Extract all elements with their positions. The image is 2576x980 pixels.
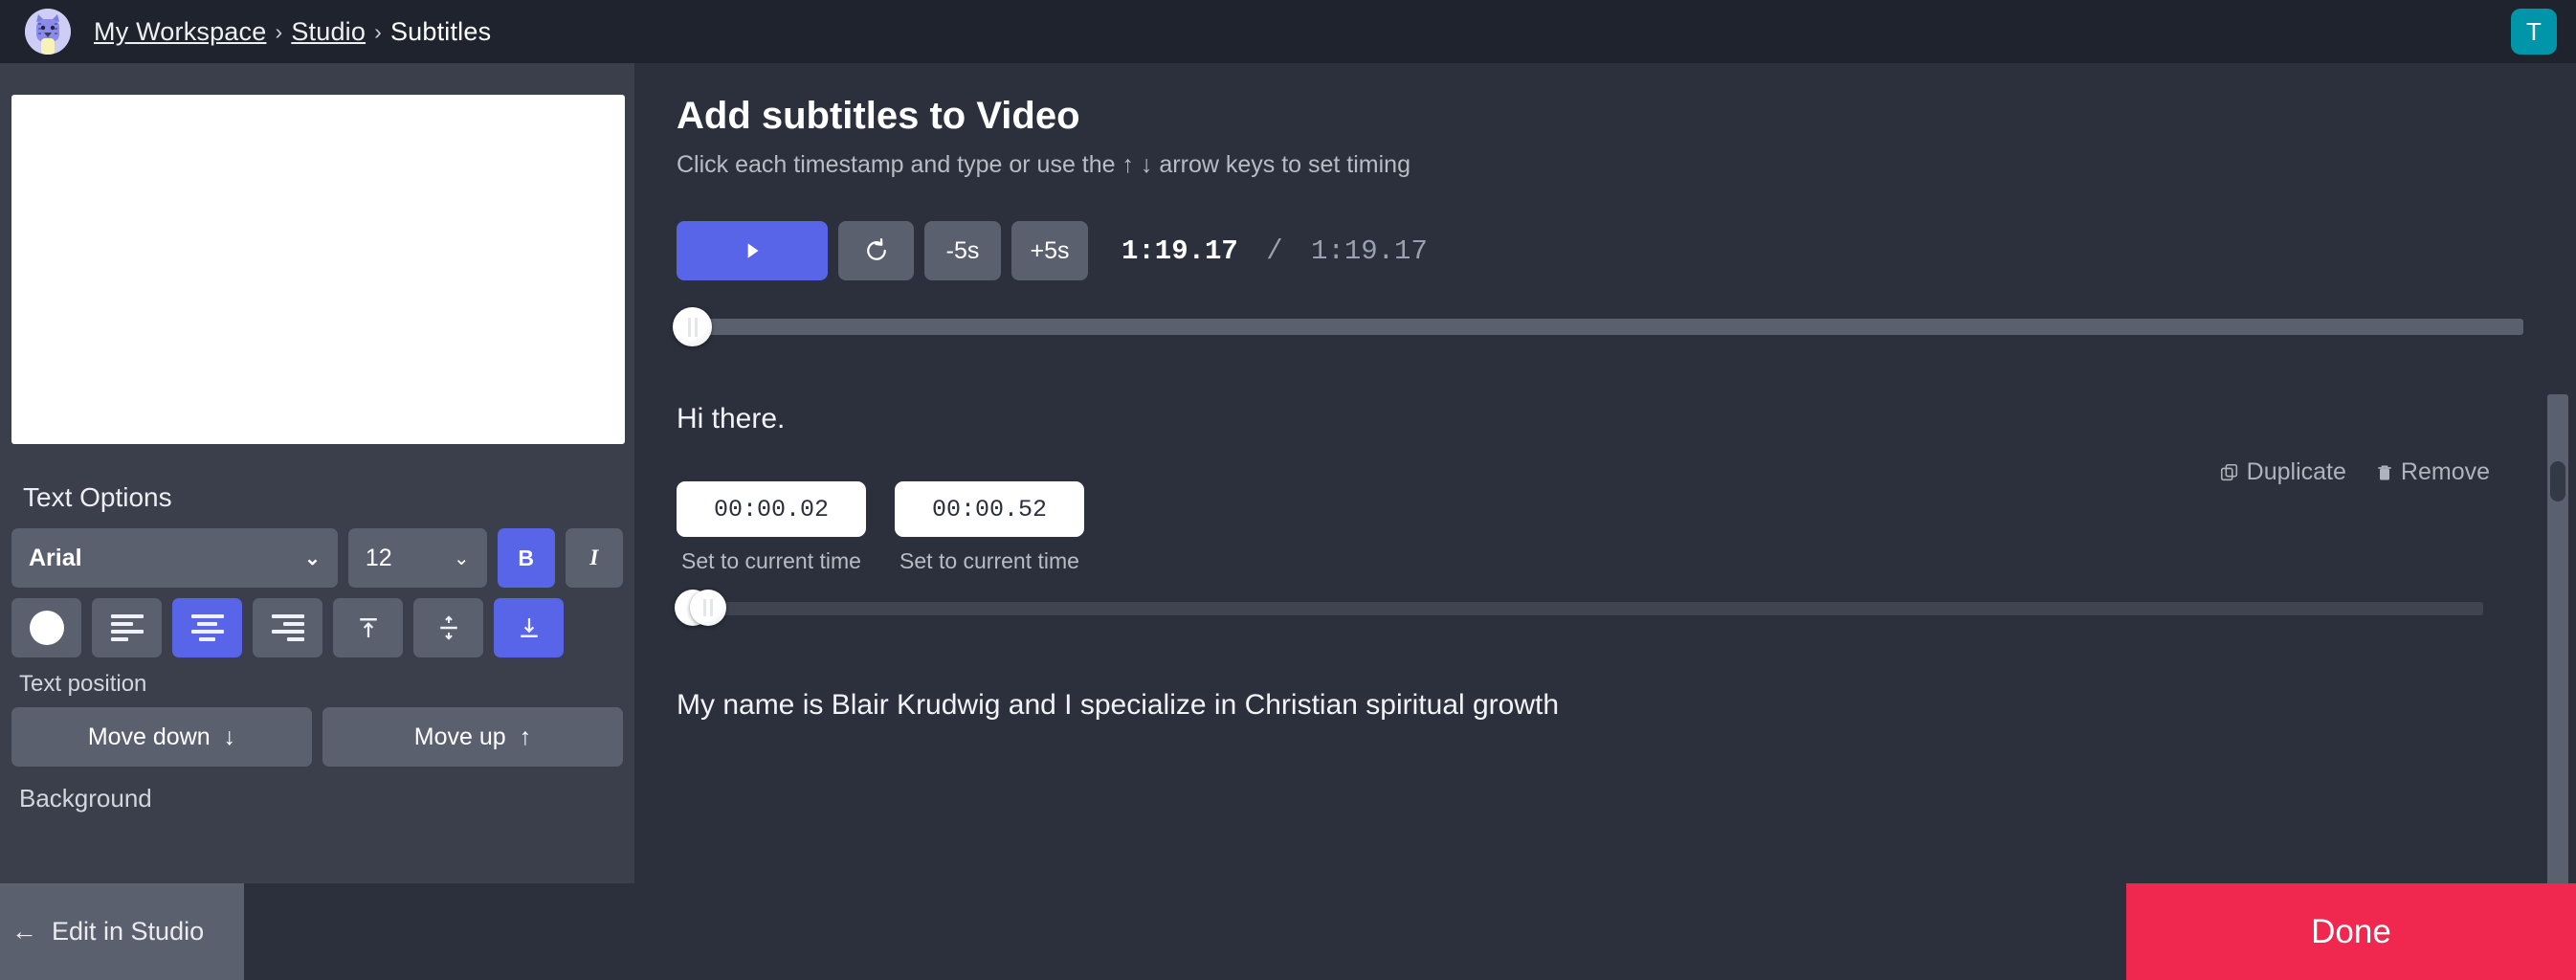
play-icon [747,243,759,258]
chevron-down-icon: ⌄ [453,547,470,569]
remove-label: Remove [2400,458,2490,485]
align-bottom-icon [520,618,538,637]
video-preview[interactable] [11,95,625,444]
breadcrumb: My Workspace › Studio › Subtitles [94,17,491,47]
align-center-icon [190,614,224,641]
bottom-bar: ← Edit in Studio Done [0,883,2576,980]
text-position-row: Move down ↓ Move up ↑ [11,707,623,767]
subtitle-range-end-handle[interactable] [690,590,726,626]
align-left-icon [110,614,144,641]
main-scrollbar-thumb[interactable] [2550,461,2565,501]
end-time-group: Set to current time [895,481,1084,574]
align-right-button[interactable] [253,598,322,657]
remove-button[interactable]: Remove [2375,458,2490,486]
cat-avatar-icon [25,9,71,55]
timecode-display: 1:19.17 / 1:19.17 [1121,235,1428,267]
color-circle-icon [29,611,64,645]
background-label: Background [19,784,152,813]
align-left-button[interactable] [92,598,162,657]
font-family-value: Arial [29,544,82,571]
bold-button[interactable]: B [497,528,555,588]
forward-5s-button[interactable]: +5s [1011,221,1088,280]
subtitle-text[interactable]: Hi there. [677,403,2576,435]
font-row: Arial ⌄ 12 ⌄ B I [11,528,623,588]
top-bar: My Workspace › Studio › Subtitles T [0,0,2576,63]
duplicate-label: Duplicate [2246,458,2346,485]
page-title: Add subtitles to Video [677,95,1080,137]
font-size-select[interactable]: 12 ⌄ [347,528,487,588]
main-panel: Add subtitles to Video Click each timest… [634,63,2576,883]
breadcrumb-separator-2: › [374,18,382,44]
trash-icon [2378,465,2391,479]
text-position-label: Text position [19,671,147,697]
start-time-group: Set to current time [677,481,866,574]
arrow-left-icon: ← [11,917,37,946]
bold-label: B [518,545,534,570]
italic-label: I [589,546,599,569]
move-up-button[interactable]: Move up ↑ [322,707,623,767]
breadcrumb-workspace[interactable]: My Workspace [94,17,266,47]
breadcrumb-studio[interactable]: Studio [291,17,366,47]
sidebar-panel: Text Options Arial ⌄ 12 ⌄ B I Text posit… [0,63,634,883]
main-scrollbar[interactable] [2547,394,2568,883]
seek-track[interactable] [677,319,2523,335]
done-button[interactable]: Done [2126,883,2576,980]
valign-bottom-button[interactable] [494,598,564,657]
copy-icon [2220,463,2237,480]
user-avatar[interactable]: T [2511,9,2557,55]
subtitle-range-track[interactable] [688,602,2483,615]
page-subtitle: Click each timestamp and type or use the… [677,151,1410,178]
move-up-label: Move up [413,723,506,750]
text-color-swatch[interactable] [11,598,81,657]
end-set-current-time[interactable]: Set to current time [895,548,1084,574]
player-controls: -5s +5s 1:19.17 / 1:19.17 [677,221,2576,280]
video-seek-slider[interactable] [673,307,2523,346]
text-options-title: Text Options [23,482,172,512]
move-down-label: Move down [87,723,211,750]
restart-icon [866,238,886,260]
row-actions: Duplicate Remove [2219,458,2490,486]
duplicate-button[interactable]: Duplicate [2219,458,2346,486]
edit-in-studio-button[interactable]: ← Edit in Studio [0,883,244,980]
edit-in-studio-label: Edit in Studio [52,917,205,946]
subtitle-row: Hi there. Set to current time Set to cur… [634,403,2576,574]
alignment-row [11,598,623,657]
restart-button[interactable] [838,221,914,280]
move-down-button[interactable]: Move down ↓ [11,707,312,767]
end-time-input[interactable] [895,481,1084,537]
rewind-5s-button[interactable]: -5s [924,221,1001,280]
seek-handle[interactable] [673,307,712,346]
arrow-up-icon: ↑ [519,723,532,750]
font-size-value: 12 [365,544,392,571]
time-separator: / [1266,234,1283,267]
font-family-select[interactable]: Arial ⌄ [11,528,338,588]
start-time-input[interactable] [677,481,866,537]
arrow-down-icon: ↓ [223,723,236,750]
bottom-spacer [244,883,2126,980]
subtitle-range-slider[interactable] [675,590,2483,628]
align-middle-icon [439,615,457,640]
subtitle-text-2[interactable]: My name is Blair Krudwig and I specializ… [677,689,2576,722]
align-top-icon [359,618,377,637]
italic-button[interactable]: I [565,528,623,588]
valign-top-button[interactable] [333,598,403,657]
breadcrumb-current: Subtitles [389,16,492,46]
play-button[interactable] [677,221,828,280]
chevron-down-icon: ⌄ [304,547,321,569]
align-right-icon [271,614,304,641]
start-set-current-time[interactable]: Set to current time [677,548,866,574]
timestamp-row: Set to current time Set to current time [677,481,2576,574]
total-time: 1:19.17 [1311,234,1428,267]
align-center-button[interactable] [172,598,242,657]
current-time: 1:19.17 [1121,234,1238,267]
valign-middle-button[interactable] [413,598,483,657]
breadcrumb-separator-1: › [275,18,283,44]
subtitles-editor-page: My Workspace › Studio › Subtitles T Text… [0,0,2576,980]
